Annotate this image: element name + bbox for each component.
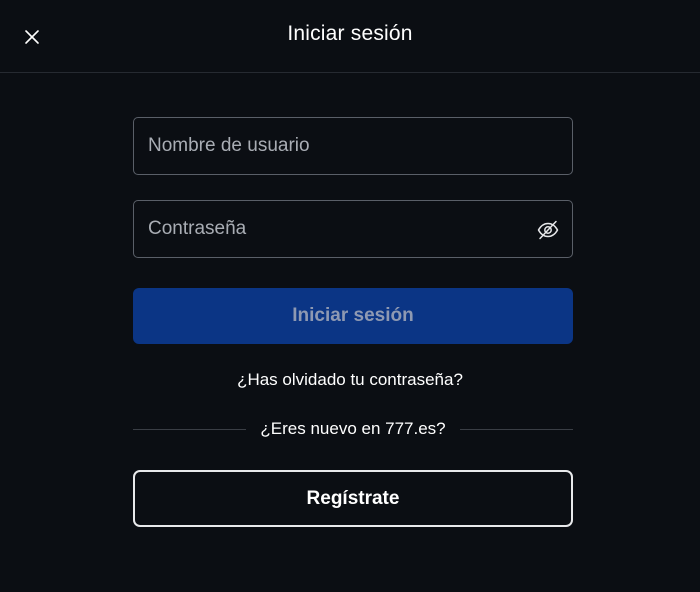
password-visibility-toggle[interactable] [536, 218, 560, 242]
signup-divider: ¿Eres nuevo en 777.es? [133, 418, 574, 440]
eye-off-icon [537, 220, 559, 240]
dialog-title: Iniciar sesión [287, 22, 413, 45]
username-field [133, 117, 573, 175]
login-button[interactable]: Iniciar sesión [133, 288, 573, 344]
forgot-password-link[interactable]: ¿Has olvidado tu contraseña? [0, 370, 700, 390]
username-input[interactable] [134, 118, 572, 174]
signup-prompt: ¿Eres nuevo en 777.es? [260, 419, 446, 438]
register-button[interactable]: Regístrate [133, 470, 573, 527]
divider-line-right [459, 428, 574, 430]
divider-line-left [133, 428, 247, 430]
password-field [133, 200, 573, 258]
password-input[interactable] [134, 201, 572, 257]
dialog-header: Iniciar sesión [0, 0, 700, 73]
login-dialog: Iniciar sesión Iniciar sesión ¿Has olvid… [0, 0, 700, 592]
